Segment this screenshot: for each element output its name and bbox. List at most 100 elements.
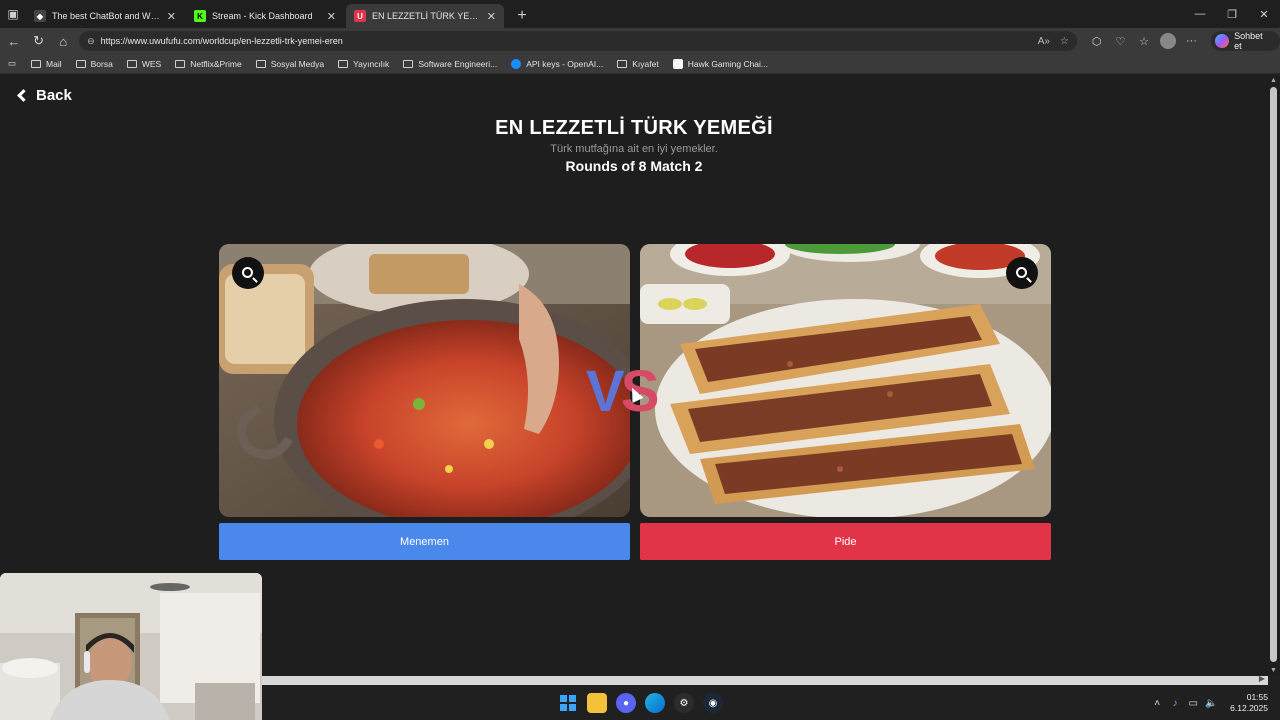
discord-icon[interactable]: ●	[616, 693, 636, 713]
choice-label: Pide	[834, 535, 857, 548]
scroll-thumb[interactable]	[1270, 87, 1277, 662]
minimize-icon[interactable]: —	[1184, 0, 1216, 28]
vertical-scrollbar[interactable]: ▲ ▼	[1268, 75, 1280, 676]
zoom-icon[interactable]	[1006, 257, 1038, 289]
page-subtitle: Türk mutfağına ait en iyi yemekler.	[550, 143, 718, 155]
bookmark-borsa[interactable]: Borsa	[69, 59, 120, 69]
volume-icon[interactable]: 🔈	[1202, 698, 1220, 709]
back-nav-icon[interactable]: ←	[2, 29, 26, 53]
gaming-app-icon[interactable]: ⚙	[674, 693, 694, 713]
bookmark-api-keys[interactable]: API keys - OpenAI...	[504, 58, 610, 69]
folder-icon	[338, 59, 349, 68]
windows-taskbar: ● ⚙ ◉ ˄ ♪ ▭ 🔈 01:55 6.12.2025	[262, 686, 1280, 720]
zoom-icon[interactable]	[232, 257, 264, 289]
choice-label: Menemen	[400, 535, 449, 548]
url-text[interactable]: https://www.uwufufu.com/worldcup/en-lezz…	[101, 36, 1028, 46]
webcam-overlay	[0, 573, 262, 720]
chevron-left-icon	[17, 89, 30, 102]
worldcup-header: EN LEZZETLİ TÜRK YEMEĞİ Türk mutfağına a…	[0, 117, 1268, 174]
scroll-right-icon[interactable]: ▶	[1259, 674, 1265, 683]
bookmark-label: Yayıncılık	[353, 58, 390, 69]
tab-title: EN LEZZETLİ TÜRK YEMEĞİ | UwUFUFU	[372, 11, 481, 21]
copilot-icon	[1215, 34, 1230, 48]
folder-icon	[403, 59, 414, 68]
address-bar[interactable]: ⊖ https://www.uwufufu.com/worldcup/en-le…	[79, 31, 1077, 51]
bookmark-software-engineering[interactable]: Software Engineeri...	[396, 59, 504, 69]
close-tab-icon[interactable]: ✕	[327, 10, 336, 23]
choice-button-menemen[interactable]: Menemen	[219, 523, 630, 560]
back-button[interactable]: Back	[16, 87, 72, 104]
folder-icon	[75, 59, 86, 68]
vs-label: VS	[586, 358, 659, 425]
windows-start-icon[interactable]	[558, 693, 578, 713]
window-controls: — ❐ ✕	[1184, 0, 1280, 28]
bookmarks-bar: ▭ Mail Borsa WES Netflix&Prime Sosyal Me…	[0, 54, 1280, 74]
home-icon[interactable]: ⌂	[51, 29, 75, 53]
menemen-image	[219, 244, 630, 517]
bookmark-label: Software Engineeri...	[418, 58, 498, 69]
tab-kick-dashboard[interactable]: K Stream - Kick Dashboard ✕	[186, 4, 344, 28]
edge-browser-icon[interactable]	[645, 693, 665, 713]
read-aloud-icon[interactable]: A»	[1038, 36, 1050, 47]
bookmark-kiyafet[interactable]: Kıyafet	[610, 59, 665, 69]
tab-uwufufu[interactable]: U EN LEZZETLİ TÜRK YEMEĞİ | UwUFUFU ✕	[346, 4, 504, 28]
folder-icon	[617, 59, 628, 68]
bookmark-label: API keys - OpenAI...	[526, 58, 604, 69]
page-title: EN LEZZETLİ TÜRK YEMEĞİ	[495, 117, 773, 139]
tab-title: The best ChatBot and Widgets for	[52, 11, 161, 21]
openai-icon	[511, 58, 522, 69]
magnifier-icon	[1015, 266, 1027, 278]
vs-v: V	[586, 359, 625, 424]
bookmark-netflix-prime[interactable]: Netflix&Prime	[168, 59, 248, 69]
bookmark-label: Hawk Gaming Chai...	[687, 58, 769, 69]
tab-actions-icon[interactable]: ▣	[0, 0, 26, 28]
show-hidden-icons-icon[interactable]: ˄	[1148, 698, 1166, 709]
tab-chatbot[interactable]: ◆ The best ChatBot and Widgets for ✕	[26, 4, 184, 28]
option-card-menemen[interactable]	[219, 244, 630, 517]
microphone-icon[interactable]: ♪	[1166, 698, 1184, 709]
horizontal-scrollbar[interactable]: ▶	[262, 674, 1268, 685]
hawk-icon	[672, 58, 683, 69]
close-window-icon[interactable]: ✕	[1248, 0, 1280, 28]
bookmark-wes[interactable]: WES	[120, 59, 168, 69]
scroll-down-icon[interactable]: ▼	[1270, 667, 1277, 674]
scroll-up-icon[interactable]: ▲	[1270, 77, 1277, 84]
bookmarks-menu-icon[interactable]: ▭	[0, 58, 24, 69]
close-tab-icon[interactable]: ✕	[487, 10, 496, 23]
site-info-icon[interactable]: ⊖	[87, 36, 95, 47]
folder-icon	[31, 59, 42, 68]
back-label: Back	[36, 87, 72, 104]
clock-time: 01:55	[1246, 692, 1268, 702]
system-clock[interactable]: 01:55 6.12.2025	[1230, 692, 1268, 714]
kick-favicon-icon: K	[194, 10, 206, 22]
bookmark-label: WES	[141, 58, 162, 69]
pide-image	[640, 244, 1051, 517]
steam-icon[interactable]: ◉	[703, 693, 723, 713]
close-tab-icon[interactable]: ✕	[167, 10, 176, 23]
more-menu-icon[interactable]: ···	[1180, 35, 1204, 47]
taskbar-apps: ● ⚙ ◉	[558, 693, 732, 713]
bookmark-sosyal-medya[interactable]: Sosyal Medya	[249, 59, 331, 69]
extensions-icon[interactable]: ⬡	[1085, 35, 1109, 48]
choice-button-pide[interactable]: Pide	[640, 523, 1051, 560]
clock-date: 6.12.2025	[1230, 703, 1268, 713]
copilot-chat-button[interactable]: Sohbet et	[1211, 31, 1280, 51]
folder-icon	[175, 59, 186, 68]
address-toolbar: ← ↻ ⌂ ⊖ https://www.uwufufu.com/worldcup…	[0, 28, 1280, 54]
profile-avatar[interactable]	[1159, 33, 1176, 49]
toolbar-right: ⬡ ♡ ☆ ··· Sohbet et	[1085, 31, 1280, 51]
tab-title: Stream - Kick Dashboard	[212, 11, 313, 21]
bookmark-mail[interactable]: Mail	[24, 59, 69, 69]
reload-icon[interactable]: ↻	[27, 29, 51, 53]
bookmark-yayincilik[interactable]: Yayıncılık	[331, 59, 396, 69]
bookmark-hawk-gaming[interactable]: Hawk Gaming Chai...	[666, 58, 775, 69]
favorites-icon[interactable]: ☆	[1132, 35, 1156, 48]
round-info: Rounds of 8 Match 2	[565, 158, 703, 174]
display-icon[interactable]: ▭	[1184, 698, 1202, 709]
maximize-icon[interactable]: ❐	[1216, 0, 1248, 28]
option-card-pide[interactable]	[640, 244, 1051, 517]
file-explorer-icon[interactable]	[587, 693, 607, 713]
browser-essentials-icon[interactable]: ♡	[1109, 35, 1133, 48]
favorite-star-icon[interactable]: ☆	[1060, 36, 1069, 47]
new-tab-icon[interactable]: +	[510, 4, 534, 28]
